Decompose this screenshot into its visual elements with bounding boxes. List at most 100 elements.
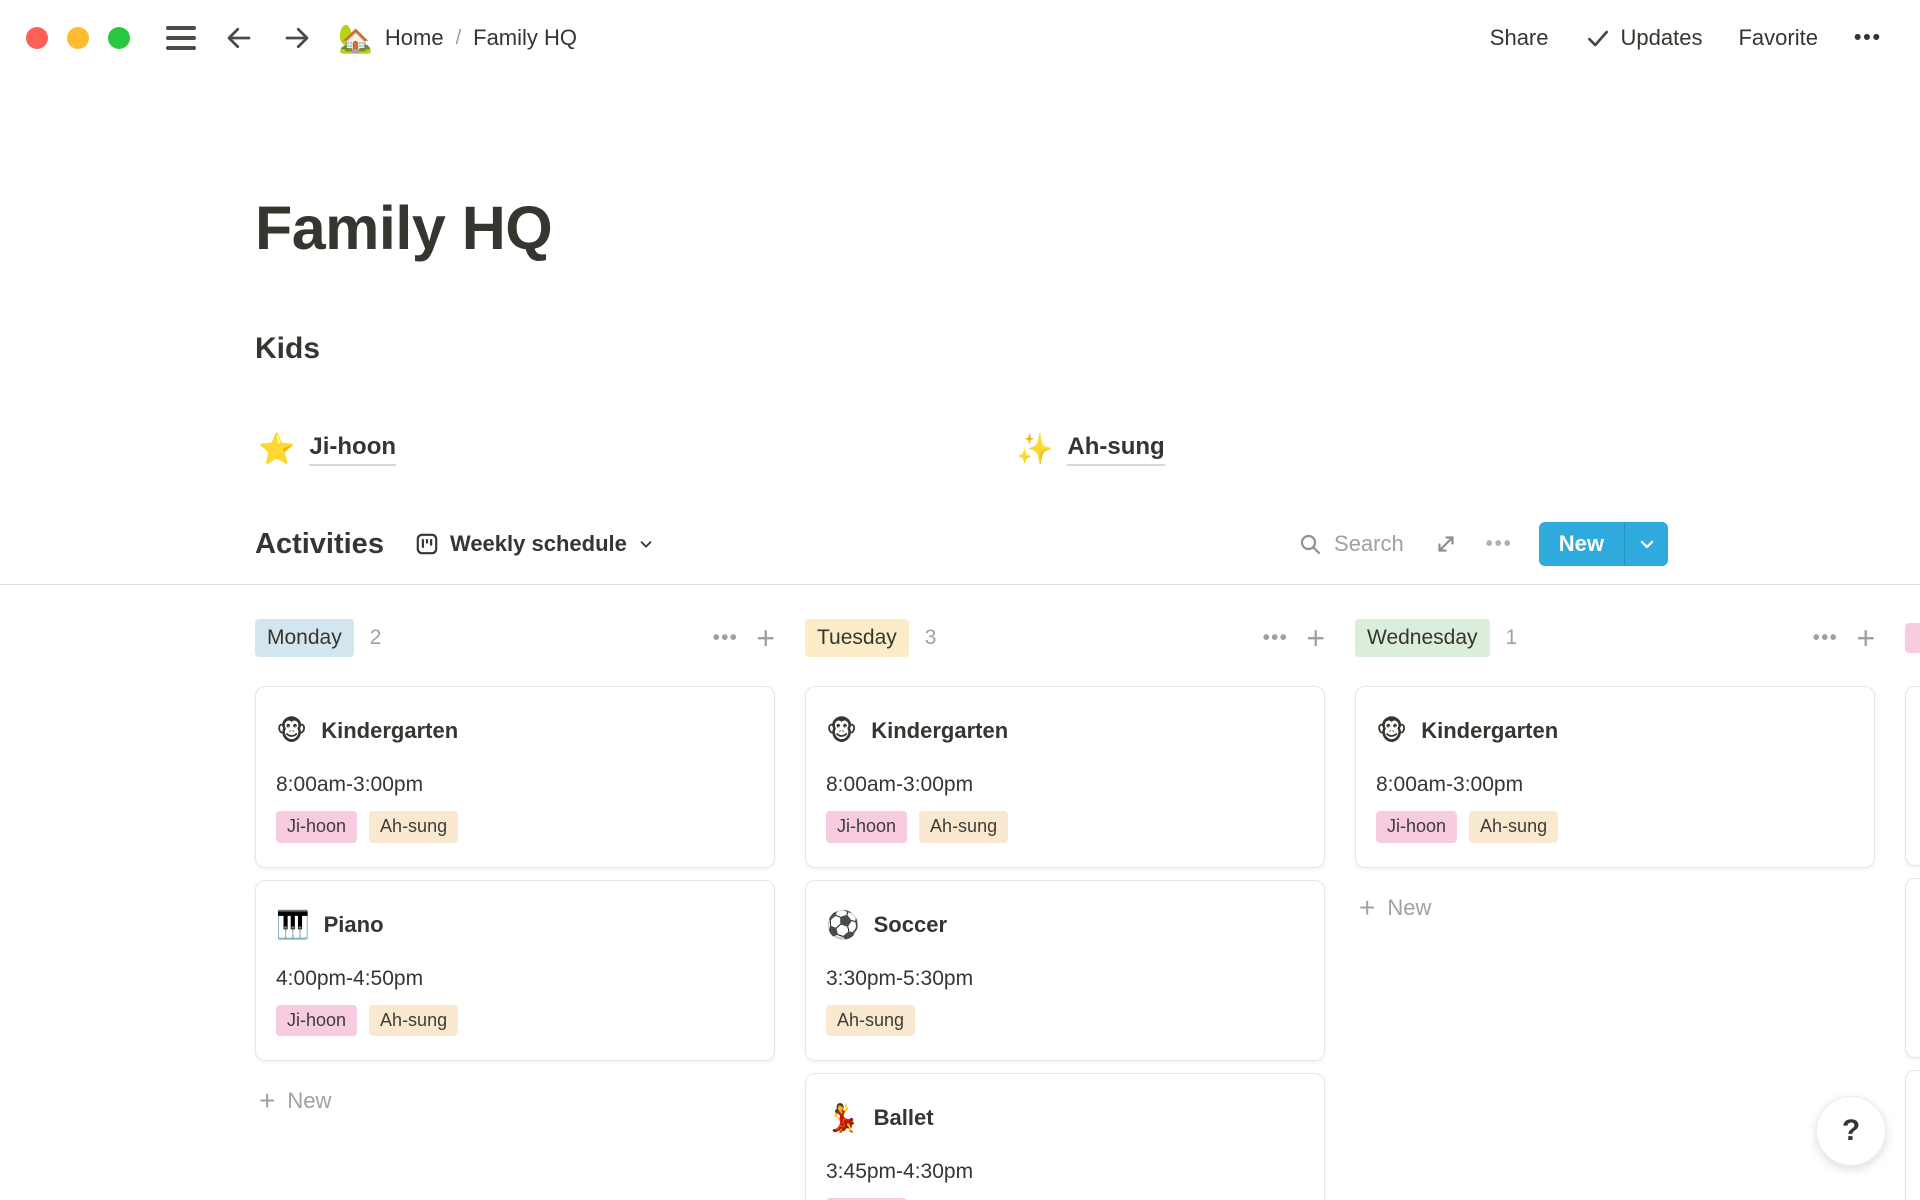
new-button-label[interactable]: New — [1539, 522, 1624, 566]
card-title: Kindergarten — [871, 715, 1008, 747]
column-header: Monday 2 ••• + — [255, 618, 775, 658]
column-name-pill[interactable]: Wednesday — [1355, 619, 1490, 656]
collection-header: Activities Weekly schedule Search ••• Ne… — [255, 518, 1668, 570]
search-icon — [1298, 532, 1322, 556]
updates-label: Updates — [1621, 25, 1703, 51]
activity-card[interactable]: ⚽ Soccer 3:30pm-5:30pm Ah-sung — [805, 880, 1325, 1062]
column-add-icon[interactable]: + — [756, 622, 775, 654]
card-tag: Ah-sung — [1469, 811, 1558, 843]
card-tags: Ji-hoon Ah-sung — [276, 1005, 754, 1037]
card-title: Kindergarten — [321, 715, 458, 747]
chevron-down-icon — [1637, 534, 1657, 554]
breadcrumb-separator: / — [456, 27, 462, 50]
card-title: Kindergarten — [1421, 715, 1558, 747]
activity-card[interactable]: 🐵 Kindergarten 8:00am-3:00pm Ji-hoonAh-s… — [1355, 686, 1875, 868]
column-new-button[interactable]: + New — [255, 1081, 775, 1121]
card-time: 3:45pm-4:30pm — [826, 1158, 1304, 1186]
expand-icon[interactable] — [1434, 532, 1458, 556]
forward-icon[interactable] — [282, 23, 312, 53]
activity-card[interactable]: 🐵 Kindergarten 8:00am-3:00pm Ji-hoonAh-s… — [805, 686, 1325, 868]
column-name-pill[interactable]: Tuesday — [805, 619, 909, 656]
page-link-label: Ji-hoon — [309, 433, 396, 466]
activity-card[interactable] — [1905, 878, 1920, 1058]
collection-controls: Search ••• New — [1298, 522, 1668, 566]
column-cards: 🐵 Kindergarten 8:00am-3:00pm Ji-hoon Ah-s… — [255, 686, 775, 1061]
card-tag: Ji-hoon — [276, 1005, 357, 1037]
card-time: 8:00am-3:00pm — [826, 771, 1304, 799]
card-tags: Ji-hoonAh-sung — [1376, 811, 1854, 843]
breadcrumb-home[interactable]: Home — [385, 25, 444, 51]
column-new-button[interactable]: + New — [1355, 888, 1875, 928]
page-link-ji-hoon[interactable]: ⭐ Ji-hoon — [258, 432, 396, 467]
card-title-row: 🎹 Piano — [276, 909, 754, 941]
column-cards — [1905, 686, 1920, 1200]
view-tab-weekly-schedule[interactable]: Weekly schedule — [414, 531, 655, 557]
zoom-window-button[interactable] — [108, 27, 130, 49]
plus-icon: + — [259, 1087, 275, 1115]
card-emoji-icon: 🐵 — [826, 715, 857, 747]
card-emoji-icon: 💃 — [826, 1102, 860, 1134]
share-button[interactable]: Share — [1490, 25, 1549, 51]
plus-icon: + — [1359, 894, 1375, 922]
board-view-icon — [414, 531, 440, 557]
more-options-icon[interactable]: ••• — [1854, 26, 1882, 50]
activity-card[interactable] — [1905, 686, 1920, 866]
chevron-down-icon — [637, 535, 655, 553]
kids-heading: Kids — [255, 332, 320, 366]
back-icon[interactable] — [224, 23, 254, 53]
column-count: 2 — [370, 626, 382, 650]
column-name-pill[interactable]: Monday — [255, 619, 354, 656]
page-link-ah-sung[interactable]: ✨ Ah-sung — [1016, 432, 1165, 467]
column-add-icon[interactable]: + — [1306, 622, 1325, 654]
kids-links-row: ⭐ Ji-hoon ✨ Ah-sung — [0, 432, 1920, 482]
updates-button[interactable]: Updates — [1585, 25, 1703, 51]
card-title: Piano — [324, 909, 384, 941]
close-window-button[interactable] — [26, 27, 48, 49]
card-tag: Ah-sung — [826, 1005, 915, 1037]
topbar: 🏡 Home / Family HQ Share Updates Favorit… — [0, 0, 1920, 76]
new-dropdown-button[interactable] — [1624, 522, 1668, 566]
new-button[interactable]: New — [1539, 522, 1668, 566]
card-tags: Ji-hoonAh-sung — [826, 811, 1304, 843]
view-more-icon[interactable]: ••• — [1486, 533, 1513, 556]
card-emoji-icon: ⚽ — [826, 909, 860, 941]
activity-card[interactable]: 🐵 Kindergarten 8:00am-3:00pm Ji-hoonAh-s… — [255, 686, 775, 868]
card-tag: Ah-sung — [369, 1005, 458, 1037]
sidebar-menu-icon[interactable] — [166, 26, 196, 50]
board-column: Tuesday 3 ••• + 🐵 Kindergarten 8:00am-3:… — [805, 602, 1325, 1200]
minimize-window-button[interactable] — [67, 27, 89, 49]
collection-divider — [0, 584, 1920, 585]
card-tags: Ah-sung — [826, 1005, 1304, 1037]
board-column: Wednesday 1 ••• + 🐵 Kindergarten 8:00am-… — [1355, 602, 1875, 928]
column-more-icon[interactable]: ••• — [713, 627, 739, 650]
card-time: 8:00am-3:00pm — [276, 771, 754, 799]
card-tag: Ji-hoon — [826, 811, 907, 843]
card-title-row: 🐵 Kindergarten — [276, 715, 754, 747]
column-add-icon[interactable]: + — [1856, 622, 1875, 654]
card-title-row: 🐵 Kindergarten — [826, 715, 1304, 747]
activity-card[interactable] — [1905, 1070, 1920, 1200]
card-title-row: 🐵 Kindergarten — [1376, 715, 1854, 747]
card-tags: Ji-hoonAh-sung — [276, 811, 754, 843]
column-more-icon[interactable]: ••• — [1263, 627, 1289, 650]
favorite-button[interactable]: Favorite — [1738, 25, 1817, 51]
card-tag: Ah-sung — [369, 811, 458, 843]
card-time: 4:00pm-4:50pm — [276, 965, 754, 993]
column-new-label: New — [287, 1088, 331, 1114]
page-emoji-icon: 🏡 — [338, 22, 373, 55]
search-label: Search — [1334, 531, 1404, 557]
column-cards: 🐵 Kindergarten 8:00am-3:00pm Ji-hoonAh-s… — [805, 686, 1325, 1200]
breadcrumb-current[interactable]: Family HQ — [473, 25, 577, 51]
column-name-pill[interactable] — [1905, 623, 1920, 653]
view-label: Weekly schedule — [450, 531, 627, 557]
card-emoji-icon: 🐵 — [1376, 715, 1407, 747]
activity-card[interactable]: 💃 Ballet 3:45pm-4:30pm Ji-hoon — [805, 1073, 1325, 1200]
card-emoji-icon: 🐵 — [276, 715, 307, 747]
activity-card[interactable]: 🎹 Piano 4:00pm-4:50pm Ji-hoon Ah-sung — [255, 880, 775, 1062]
card-title-row: ⚽ Soccer — [826, 909, 1304, 941]
column-more-icon[interactable]: ••• — [1813, 627, 1839, 650]
help-button[interactable]: ? — [1816, 1096, 1886, 1166]
search-button[interactable]: Search — [1298, 531, 1404, 557]
check-icon — [1585, 25, 1611, 51]
card-time: 8:00am-3:00pm — [1376, 771, 1854, 799]
